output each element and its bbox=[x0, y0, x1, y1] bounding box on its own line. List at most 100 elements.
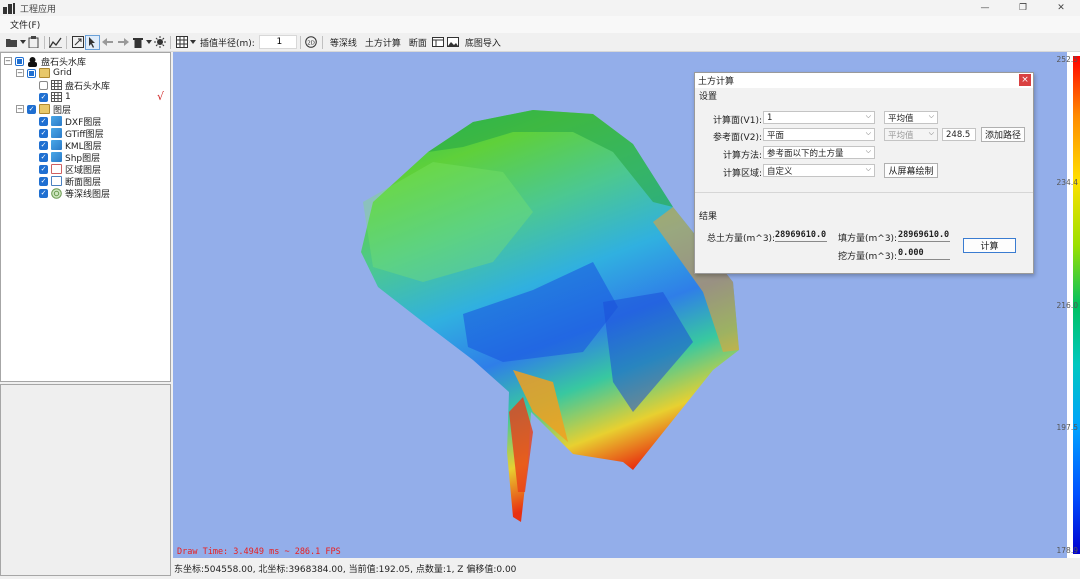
draw-time-readout: Draw Time: 3.4949 ms ~ 286.1 FPS bbox=[177, 547, 341, 557]
tree-node-layers[interactable]: − ✓ 图层 bbox=[16, 103, 71, 116]
tree-root-label: 盘石头水库 bbox=[41, 57, 87, 68]
tree-node-grid[interactable]: − Grid bbox=[16, 67, 72, 79]
folder-icon bbox=[39, 104, 50, 114]
method-label: 计算方法: bbox=[722, 151, 762, 161]
checkmark-annotation: √ bbox=[157, 90, 165, 103]
colorbar-label: 216.0 bbox=[1056, 301, 1078, 310]
colorbar-label: 234.4 bbox=[1056, 178, 1078, 187]
tree-checkbox[interactable]: ✓ bbox=[39, 188, 48, 198]
layer-stack-icon bbox=[51, 128, 62, 138]
tree-node-region[interactable]: ✓ 区域图层 bbox=[39, 163, 101, 176]
tree-grid-item-label: 盘石头水库 bbox=[65, 81, 111, 92]
toolbar: 插值半径(m): 2D 等深线 土方计算 断面 底图导入 bbox=[0, 33, 1080, 52]
open-folder-icon[interactable] bbox=[4, 35, 19, 50]
tree-checkbox[interactable]: ✓ bbox=[39, 116, 48, 126]
menu-file[interactable]: 文件(F) bbox=[0, 18, 50, 31]
calculate-button[interactable]: 计算 bbox=[963, 238, 1016, 253]
tree-grid-item2-label: 1 bbox=[65, 92, 71, 102]
chevron-down-icon: ⌵ bbox=[865, 147, 871, 155]
earthwork-button[interactable]: 土方计算 bbox=[361, 35, 405, 50]
tree-node-shp[interactable]: ✓ Shp图层 bbox=[39, 151, 100, 164]
collapse-icon[interactable]: − bbox=[16, 69, 24, 77]
calc-surface-select[interactable]: 1 ⌵ bbox=[763, 111, 875, 124]
layer-tree-panel: − 盘石头水库 − Grid 盘石头水库 ✓ 1 √ − ✓ 图层 ✓ DXF图… bbox=[0, 52, 171, 382]
contour-button[interactable]: 等深线 bbox=[326, 35, 361, 50]
tree-checkbox[interactable]: ✓ bbox=[39, 152, 48, 162]
colorbar-label: 197.5 bbox=[1056, 423, 1078, 432]
3d-view-icon[interactable]: 2D bbox=[304, 35, 319, 50]
dialog-title: 土方计算 bbox=[698, 77, 735, 87]
chevron-down-icon[interactable] bbox=[189, 35, 196, 50]
maximize-button[interactable]: ❐ bbox=[1004, 0, 1042, 16]
svg-text:2D: 2D bbox=[308, 40, 316, 46]
tree-node-gtiff[interactable]: ✓ GTiff图层 bbox=[39, 127, 104, 140]
status-bar: 东坐标:504558.00, 北坐标:3968384.00, 当前值:192.0… bbox=[171, 558, 1080, 579]
image-icon[interactable] bbox=[446, 35, 461, 50]
tree-checkbox[interactable]: ✓ bbox=[39, 140, 48, 150]
colorbar-label: 252.5 bbox=[1056, 55, 1078, 64]
earthwork-dialog: 土方计算 × 设置 计算面(V1): 1 ⌵ 平均值 ⌵ 参考面(V2): 平面 ⌵ … bbox=[694, 72, 1034, 274]
tree-checkbox[interactable] bbox=[15, 56, 24, 66]
tree-node-section[interactable]: ✓ 断面图层 bbox=[39, 175, 101, 188]
region-select[interactable]: 自定义 ⌵ bbox=[763, 164, 875, 177]
ref-surface-mode-select[interactable]: 平均值 ⌵ bbox=[884, 128, 938, 141]
tree-checkbox[interactable]: ✓ bbox=[27, 104, 36, 114]
tree-node-grid-item2[interactable]: ✓ 1 bbox=[39, 91, 71, 103]
tree-node-grid-item[interactable]: 盘石头水库 bbox=[39, 79, 111, 92]
add-path-button[interactable]: 添加路径 bbox=[981, 127, 1025, 142]
chevron-down-icon[interactable] bbox=[19, 35, 26, 50]
table-icon[interactable] bbox=[431, 35, 446, 50]
tree-checkbox[interactable]: ✓ bbox=[39, 176, 48, 186]
light-icon[interactable] bbox=[152, 35, 167, 50]
layer-stack-icon bbox=[51, 152, 62, 162]
cut-volume-label: 挖方量(m^3): bbox=[838, 252, 898, 262]
app-icon bbox=[3, 2, 15, 14]
close-window-button[interactable]: ✕ bbox=[1042, 0, 1080, 16]
tree-node-contour[interactable]: ✓ 等深线图层 bbox=[39, 187, 110, 200]
chevron-down-icon[interactable] bbox=[145, 35, 152, 50]
minimize-button[interactable]: — bbox=[966, 0, 1004, 16]
grid-layer-icon bbox=[51, 92, 62, 102]
status-text: 东坐标:504558.00, 北坐标:3968384.00, 当前值:192.0… bbox=[174, 565, 517, 575]
method-select[interactable]: 参考面以下的土方量 ⌵ bbox=[763, 146, 875, 159]
collapse-icon[interactable]: − bbox=[4, 57, 12, 65]
tree-node-root[interactable]: − 盘石头水库 bbox=[4, 55, 87, 68]
contour-icon bbox=[51, 187, 62, 199]
section-icon bbox=[51, 176, 62, 186]
zoom-extent-icon[interactable] bbox=[70, 35, 85, 50]
tree-checkbox[interactable]: ✓ bbox=[39, 164, 48, 174]
ref-surface-label: 参考面(V2): bbox=[713, 133, 762, 143]
chevron-down-icon: ⌵ bbox=[865, 129, 871, 137]
dialog-close-button[interactable]: × bbox=[1019, 74, 1031, 86]
section-button[interactable]: 断面 bbox=[405, 35, 431, 50]
properties-panel bbox=[0, 384, 171, 576]
tree-checkbox[interactable] bbox=[27, 68, 36, 78]
redo-icon[interactable] bbox=[115, 35, 130, 50]
tree-checkbox[interactable] bbox=[39, 80, 48, 90]
calc-surface-mode-select[interactable]: 平均值 ⌵ bbox=[884, 111, 938, 124]
collapse-icon[interactable]: − bbox=[16, 105, 24, 113]
interp-radius-input[interactable] bbox=[258, 35, 297, 49]
divider bbox=[695, 192, 1033, 193]
ref-height-input[interactable]: 248.5 bbox=[942, 128, 976, 141]
colorbar-label: 178.9 bbox=[1056, 546, 1078, 555]
undo-icon[interactable] bbox=[100, 35, 115, 50]
draw-from-screen-button[interactable]: 从屏幕绘制 bbox=[884, 163, 938, 178]
select-pointer-icon[interactable] bbox=[85, 34, 100, 50]
region-label: 计算区域: bbox=[722, 169, 762, 179]
grid-icon[interactable] bbox=[174, 35, 189, 50]
delete-icon[interactable] bbox=[130, 35, 145, 50]
tree-node-kml[interactable]: ✓ KML图层 bbox=[39, 139, 102, 152]
line-chart-icon[interactable] bbox=[48, 35, 63, 50]
tree-checkbox[interactable]: ✓ bbox=[39, 128, 48, 138]
ref-surface-select[interactable]: 平面 ⌵ bbox=[763, 128, 875, 141]
chevron-down-icon: ⌵ bbox=[928, 129, 934, 137]
tree-grid-label: Grid bbox=[53, 68, 72, 78]
title-bar: 工程应用 — ❐ ✕ bbox=[0, 0, 1080, 16]
base-map-import-button[interactable]: 底图导入 bbox=[461, 35, 505, 50]
tree-node-dxf[interactable]: ✓ DXF图层 bbox=[39, 115, 101, 128]
clipboard-icon[interactable] bbox=[26, 35, 41, 50]
tree-checkbox[interactable]: ✓ bbox=[39, 92, 48, 102]
grid-layer-icon bbox=[51, 80, 62, 90]
chevron-down-icon: ⌵ bbox=[865, 112, 871, 120]
